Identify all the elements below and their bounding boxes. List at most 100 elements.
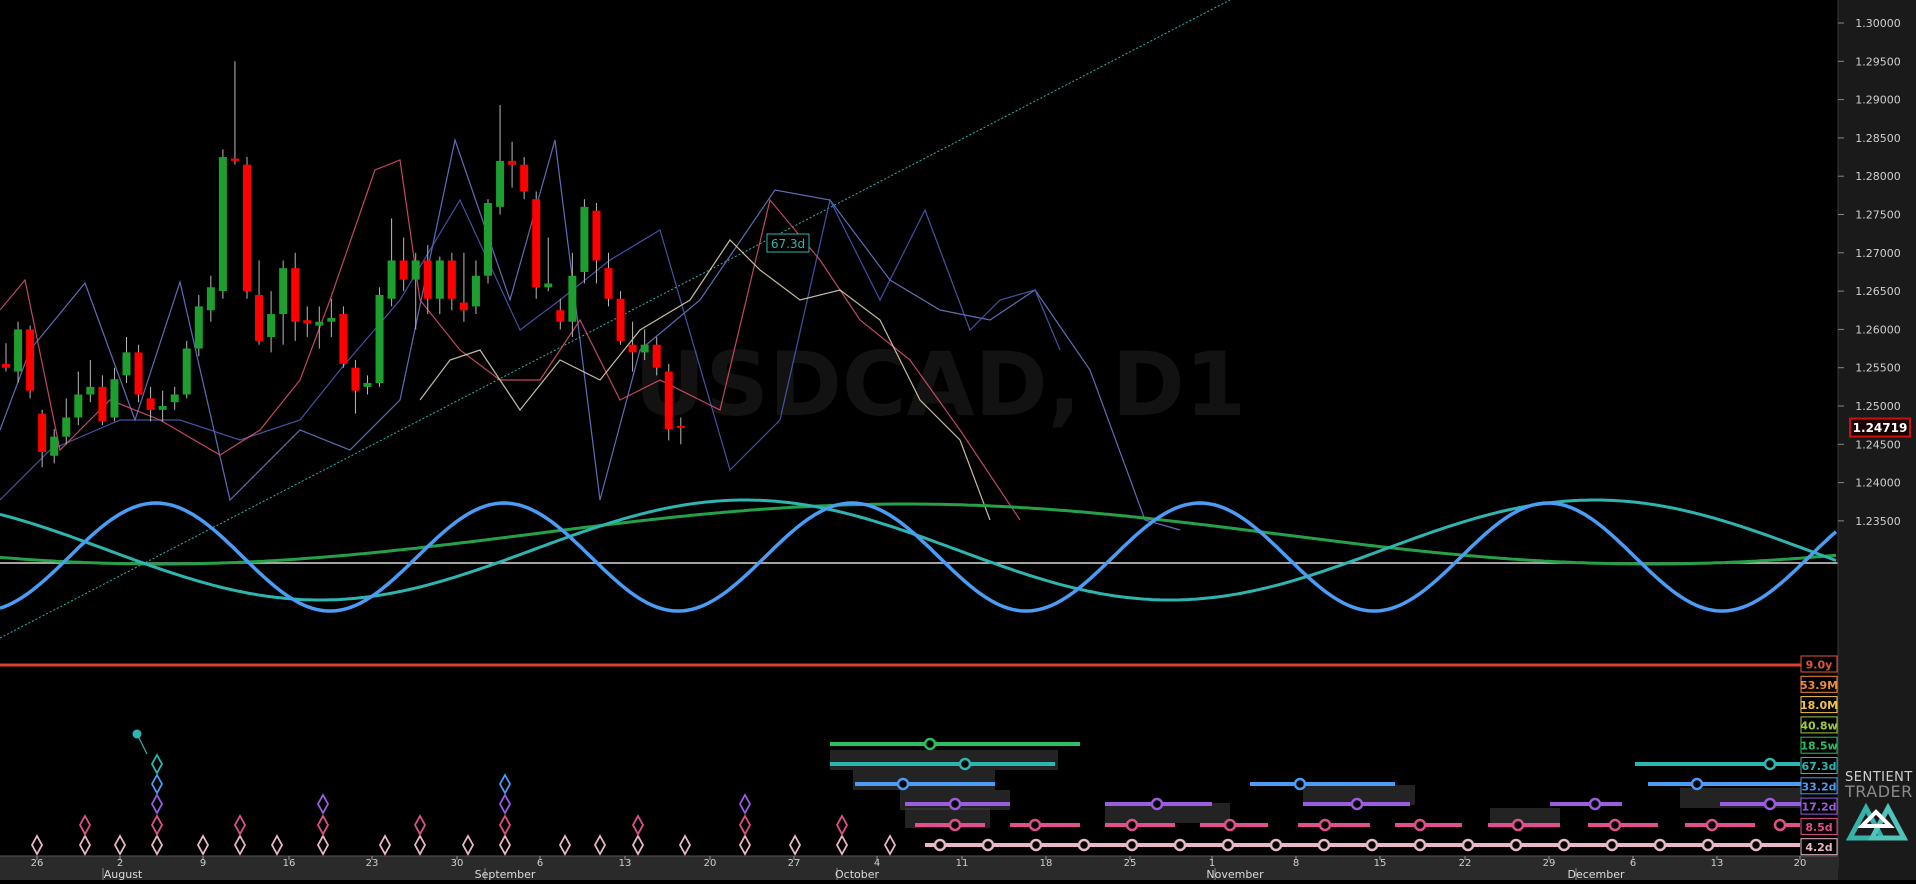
cycle-label-text: 67.3d bbox=[1801, 760, 1836, 773]
diamond-17-2d bbox=[150, 793, 164, 815]
time-tick-label: 30 bbox=[451, 858, 464, 869]
price-tick-label: 1.24000 bbox=[1855, 477, 1901, 490]
time-tick-label: 8 bbox=[1293, 858, 1299, 869]
cycle-label-text: 17.2d bbox=[1801, 801, 1836, 814]
diamond-8-5d bbox=[498, 814, 512, 836]
candle-down bbox=[2, 363, 10, 368]
candle-down bbox=[508, 160, 517, 165]
price-tick-label: 1.25500 bbox=[1855, 362, 1901, 375]
cycle-wave-18-5w bbox=[0, 502, 1837, 566]
candle-up bbox=[580, 206, 589, 272]
diamond-4-2d bbox=[678, 834, 692, 856]
cycle-chart: USDCAD, D1 67.3d 1.30000 1.29500 1.29000 1.… bbox=[0, 0, 1916, 881]
diamond-8-5d bbox=[738, 814, 752, 836]
candle-up bbox=[411, 260, 420, 280]
phase-marker-row-4-2d bbox=[1749, 838, 1763, 852]
brand-line2: TRADER bbox=[1844, 782, 1913, 801]
candle-down bbox=[243, 164, 251, 292]
month-label: November bbox=[1206, 868, 1264, 880]
time-tick-label: 20 bbox=[1794, 858, 1807, 869]
diamond-67-3d bbox=[150, 753, 164, 775]
candle-down bbox=[616, 298, 625, 341]
phase-marker-row-4-2d bbox=[1605, 838, 1619, 852]
month-label: December bbox=[1567, 868, 1625, 880]
phase-marker-row-18-5w bbox=[923, 737, 937, 751]
time-tick-label: 6 bbox=[537, 858, 543, 869]
time-axis-background bbox=[0, 856, 1838, 880]
diamond-4-2d bbox=[498, 834, 512, 856]
cycle-label-text: 18.0M bbox=[1800, 699, 1838, 712]
cycle-wave-33-2d bbox=[0, 501, 1838, 613]
phase-marker-row-4-2d bbox=[1221, 838, 1235, 852]
diamond-4-2d bbox=[378, 834, 392, 856]
candle-up bbox=[110, 379, 119, 418]
phase-marker-row-8-5d bbox=[1223, 818, 1237, 832]
price-tick-label: 1.29500 bbox=[1855, 55, 1901, 68]
candle-up bbox=[363, 383, 372, 387]
candle-up bbox=[86, 386, 95, 395]
diamond-17-2d bbox=[316, 793, 330, 815]
month-label: October bbox=[835, 868, 879, 880]
candle-up bbox=[544, 283, 553, 288]
cycle-label-text: 53.9M bbox=[1800, 679, 1838, 692]
candle-up bbox=[194, 306, 203, 349]
candle-up bbox=[640, 344, 649, 353]
diamond-4-2d bbox=[558, 834, 572, 856]
candle-up bbox=[182, 348, 191, 395]
candle-down bbox=[664, 371, 673, 429]
candle-down bbox=[532, 199, 541, 288]
price-axis: 1.30000 1.29500 1.29000 1.28500 1.28000 1.275… bbox=[1837, 0, 1916, 880]
candle-down bbox=[291, 268, 300, 322]
cycle-label-text: 18.5w bbox=[1800, 740, 1837, 753]
diamond-8-5d bbox=[316, 814, 330, 836]
phase-marker-row-8-5d bbox=[1511, 818, 1525, 832]
time-tick-label: 29 bbox=[1543, 858, 1556, 869]
time-tick-label: 27 bbox=[788, 858, 801, 869]
phase-marker-row-8-5d bbox=[948, 818, 962, 832]
time-tick-label: 11 bbox=[956, 858, 969, 869]
phase-marker-row-4-2d bbox=[1701, 838, 1715, 852]
price-tick-label: 1.28000 bbox=[1855, 170, 1901, 183]
candle-up bbox=[74, 394, 83, 418]
price-tick-label: 1.26500 bbox=[1855, 285, 1901, 298]
diamond-4-2d bbox=[788, 834, 802, 856]
time-tick-label: 15 bbox=[1374, 858, 1387, 869]
diamond-33-2d bbox=[498, 773, 512, 795]
phase-marker-row-33-2d bbox=[1293, 777, 1307, 791]
phase-marker-row-8-5d bbox=[1318, 818, 1332, 832]
phase-marker-row-4-2d bbox=[1461, 838, 1475, 852]
diamond-4-2d bbox=[30, 834, 44, 856]
phase-marker-row-67-3d bbox=[958, 757, 972, 771]
time-tick-label: 23 bbox=[366, 858, 379, 869]
price-tick-label: 1.26000 bbox=[1855, 323, 1901, 336]
candle-down bbox=[676, 425, 685, 428]
time-tick-label: 22 bbox=[1459, 858, 1472, 869]
current-price-label: 1.24719 bbox=[1853, 421, 1908, 435]
time-tick-label: 25 bbox=[1124, 858, 1137, 869]
phase-marker-row-4-2d bbox=[981, 838, 995, 852]
diamond-4-2d bbox=[883, 834, 897, 856]
diamond-4-2d bbox=[233, 834, 247, 856]
trend-line bbox=[0, 0, 1231, 639]
diamond-8-5d bbox=[150, 814, 164, 836]
diamond-8-5d bbox=[413, 814, 427, 836]
phase-marker-row-33-2d bbox=[896, 777, 910, 791]
diamond-4-2d bbox=[78, 834, 92, 856]
diamond-8-5d bbox=[78, 814, 92, 836]
diamond-4-2d bbox=[113, 834, 127, 856]
cycle-label-text: 8.5d bbox=[1805, 821, 1832, 834]
diamond-8-5d bbox=[631, 814, 645, 836]
diamond-4-2d bbox=[835, 834, 849, 856]
phase-marker-row-8-5d bbox=[1125, 818, 1139, 832]
phase-marker-row-8-5d bbox=[1773, 818, 1787, 832]
price-tick-label: 1.23500 bbox=[1855, 515, 1901, 528]
phase-marker-row-4-2d bbox=[1173, 838, 1187, 852]
phase-marker-row-33-2d bbox=[1690, 777, 1704, 791]
candle-down bbox=[38, 413, 47, 452]
candle-up bbox=[218, 157, 227, 292]
candle-down bbox=[628, 344, 637, 353]
candle-down bbox=[652, 344, 661, 368]
phase-shade-box bbox=[853, 770, 995, 790]
candle-up bbox=[375, 294, 384, 384]
time-tick-label: 26 bbox=[31, 858, 44, 869]
